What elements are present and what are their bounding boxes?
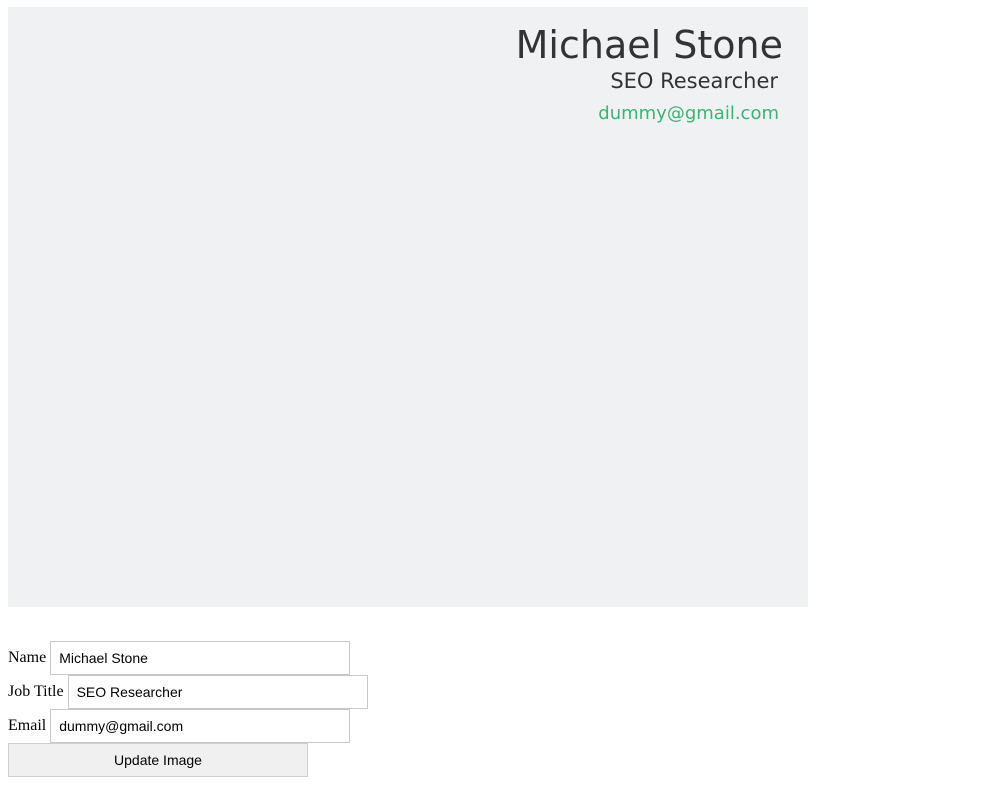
- name-input[interactable]: [50, 641, 351, 675]
- name-row: Name: [8, 641, 351, 675]
- card-name: Michael Stone: [515, 23, 783, 67]
- job-title-label: Job Title: [8, 683, 64, 700]
- email-row: Email: [8, 709, 351, 743]
- update-image-button[interactable]: Update Image: [8, 743, 308, 777]
- job-title-input[interactable]: [67, 675, 368, 709]
- email-label: Email: [8, 717, 47, 734]
- job-title-row: Job Title: [8, 675, 368, 709]
- profile-card-preview: Michael Stone SEO Researcher dummy@gmail…: [8, 7, 808, 607]
- email-input[interactable]: [50, 709, 351, 743]
- card-job-title: SEO Researcher: [610, 69, 778, 93]
- card-email: dummy@gmail.com: [598, 103, 779, 124]
- name-label: Name: [8, 649, 47, 666]
